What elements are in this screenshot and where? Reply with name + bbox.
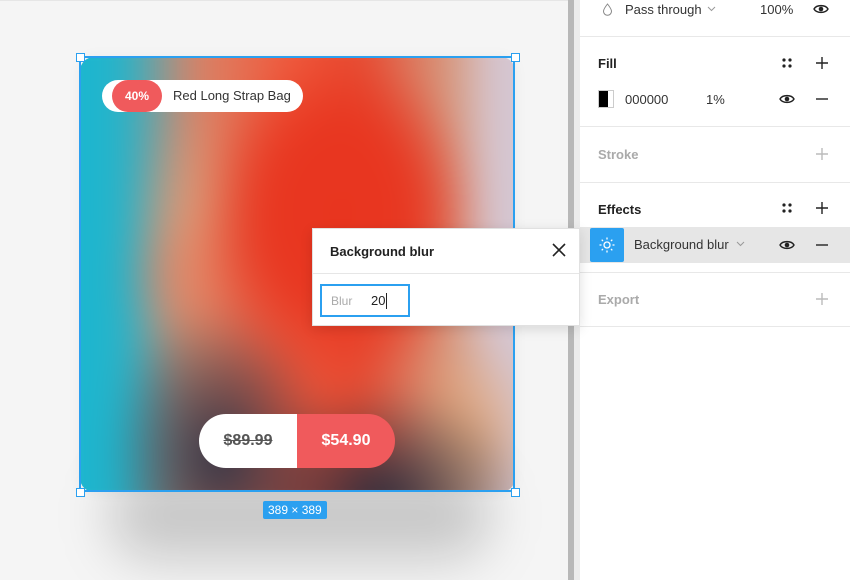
properties-panel: Pass through 100% Fill 000000 1% Stroke … [580,0,850,580]
effects-section-title: Effects [598,202,642,217]
resize-handle-top-left[interactable] [76,53,85,62]
selection-size-label: 389 × 389 [263,501,327,519]
effect-settings-button[interactable] [590,228,624,262]
export-section-title: Export [598,292,640,307]
popup-title: Background blur [330,244,435,259]
figma-window: 40% Red Long Strap Bag $89.99 $54.90 389… [0,0,850,580]
fill-color-swatch[interactable] [598,90,614,108]
canvas-top-border [0,0,568,1]
section-divider [580,326,850,327]
chevron-down-icon[interactable] [736,241,745,247]
text-caret [386,293,387,309]
chevron-down-icon[interactable] [707,6,716,12]
plus-icon[interactable] [815,56,829,70]
section-divider [580,272,850,273]
eye-icon[interactable] [779,239,795,251]
sun-icon [599,237,615,253]
fill-section-title: Fill [598,56,617,71]
eye-icon[interactable] [813,3,829,15]
popup-divider [313,273,579,274]
minus-icon[interactable] [815,92,829,106]
layer-opacity[interactable]: 100% [760,2,793,17]
section-divider [580,126,850,127]
effect-type-select[interactable]: Background blur [634,237,729,252]
plus-icon[interactable] [815,201,829,215]
style-grid-icon[interactable] [781,57,793,69]
close-icon[interactable] [551,242,567,258]
plus-icon[interactable] [815,292,829,306]
resize-handle-bottom-left[interactable] [76,488,85,497]
resize-handle-bottom-right[interactable] [511,488,520,497]
blur-amount-input[interactable]: Blur 20 [320,284,410,317]
plus-icon[interactable] [815,147,829,161]
resize-handle-top-right[interactable] [511,53,520,62]
background-blur-popup: Background blur Blur 20 [312,228,580,326]
blur-input-label: Blur [331,294,353,308]
minus-icon[interactable] [815,238,829,252]
blur-input-value: 20 [371,293,386,308]
section-divider [580,36,850,37]
fill-opacity[interactable]: 1% [706,92,725,107]
blend-mode-select[interactable]: Pass through [625,2,702,17]
droplet-icon [602,3,613,16]
stroke-section-title: Stroke [598,147,639,162]
section-divider [580,182,850,183]
fill-hex-value[interactable]: 000000 [625,92,668,107]
eye-icon[interactable] [779,93,795,105]
style-grid-icon[interactable] [781,202,793,214]
effect-item-background-blur[interactable]: Background blur [580,227,850,263]
